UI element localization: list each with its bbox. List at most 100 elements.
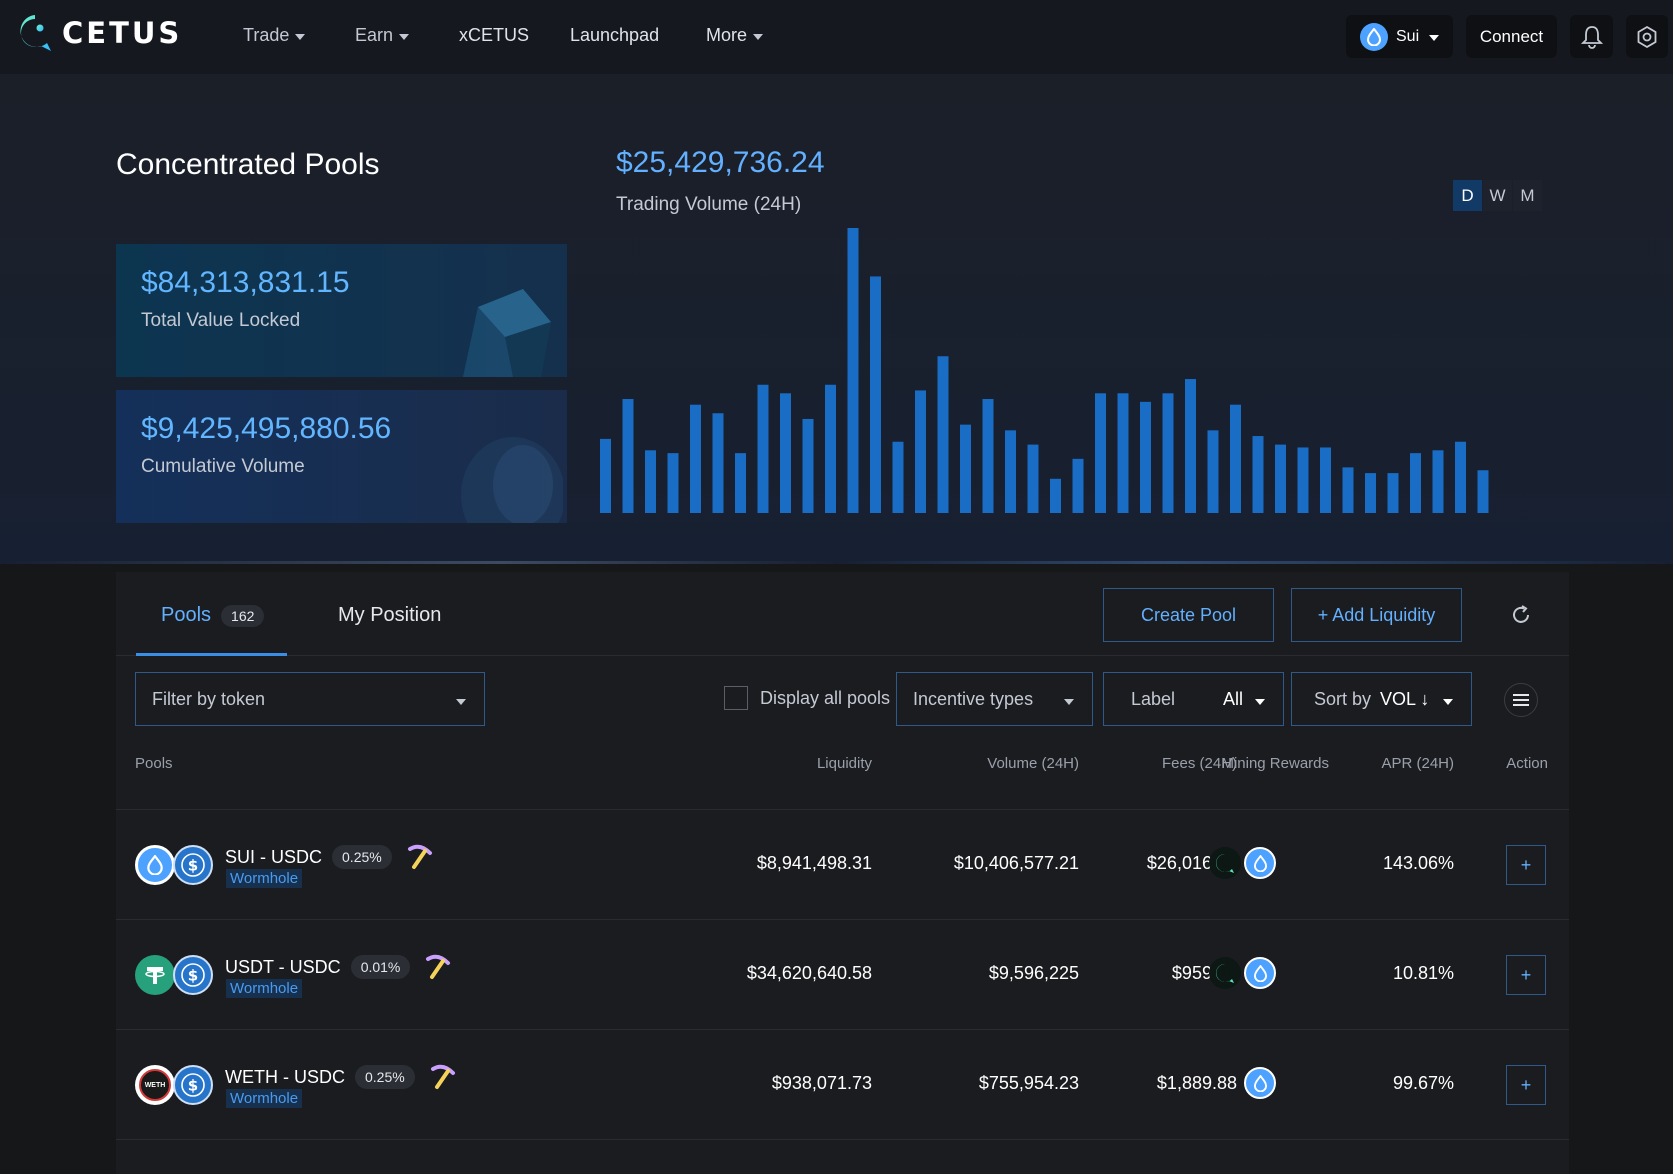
add-liquidity-button[interactable]: + Add Liquidity xyxy=(1291,588,1462,642)
pool-pair[interactable]: WETH - USDC 0.25% xyxy=(225,1063,457,1091)
volume-bar[interactable] xyxy=(960,424,971,513)
table-row[interactable]: WETH $ WETH - USDC 0.25% Wormhole $938,0… xyxy=(116,1029,1569,1139)
volume-bar[interactable] xyxy=(1050,478,1061,513)
cetus-logo[interactable]: CETUS xyxy=(17,13,182,53)
volume-bar[interactable] xyxy=(1140,401,1151,513)
volume-bar[interactable] xyxy=(1320,447,1331,513)
display-all-pools-toggle[interactable]: Display all pools xyxy=(724,686,890,710)
volume-bar[interactable] xyxy=(1455,441,1466,513)
bell-icon xyxy=(1580,25,1603,49)
table-row[interactable]: $ SUI - USDC 0.25% Wormhole $8,941,498.3… xyxy=(116,809,1569,919)
volume-bar[interactable] xyxy=(1162,393,1174,513)
header-apr[interactable]: APR (24H) xyxy=(1381,755,1454,772)
volume-bar[interactable] xyxy=(825,384,836,513)
pool-pair[interactable]: USDT - USDC 0.01% xyxy=(225,953,452,981)
sort-select[interactable]: Sort by VOL ↓ xyxy=(1291,672,1472,726)
tab-pools[interactable]: Pools 162 xyxy=(161,604,265,627)
volume-bar[interactable] xyxy=(690,404,701,513)
volume-bar[interactable] xyxy=(1072,458,1084,513)
volume-bar[interactable] xyxy=(1117,393,1129,513)
header-pools[interactable]: Pools xyxy=(135,755,173,772)
volume-bar[interactable] xyxy=(1207,430,1219,513)
header-liquidity[interactable]: Liquidity xyxy=(817,755,872,772)
volume-bar[interactable] xyxy=(1432,450,1444,513)
header-volume[interactable]: Volume (24H) xyxy=(987,755,1079,772)
label-select[interactable]: Label All xyxy=(1103,672,1284,726)
pool-pair[interactable]: SUI - USDC 0.25% xyxy=(225,843,434,871)
table-header: Pools Liquidity Volume (24H) Fees (24H) … xyxy=(116,755,1569,795)
display-all-checkbox[interactable] xyxy=(724,686,748,710)
active-tab-indicator xyxy=(136,653,287,656)
add-liquidity-row-button[interactable]: + xyxy=(1506,955,1546,995)
volume-bar[interactable] xyxy=(712,413,724,513)
volume-bar[interactable] xyxy=(982,399,994,513)
pools-tabs: Pools 162 My Position Create Pool + Add … xyxy=(116,572,1569,656)
table-row[interactable]: $ USDT - USDC 0.01% Wormhole $34,620,640… xyxy=(116,919,1569,1029)
sort-select-value: VOL ↓ xyxy=(1380,688,1430,709)
nav-xcetus[interactable]: xCETUS xyxy=(459,25,529,46)
volume-bar[interactable] xyxy=(937,356,949,513)
nav-launchpad[interactable]: Launchpad xyxy=(570,25,659,46)
volume-bar[interactable] xyxy=(802,418,814,513)
add-liquidity-row-button[interactable]: + xyxy=(1506,1065,1546,1105)
filter-bar: Filter by token Display all pools Incent… xyxy=(116,672,1569,728)
network-selector[interactable]: Sui xyxy=(1346,15,1453,58)
volume-bar[interactable] xyxy=(1095,393,1106,513)
volume-bar[interactable] xyxy=(645,450,656,513)
nav-more-label: More xyxy=(706,25,748,45)
range-month-button[interactable]: M xyxy=(1513,180,1542,211)
create-pool-button[interactable]: Create Pool xyxy=(1103,588,1274,642)
incentive-types-select[interactable]: Incentive types xyxy=(896,672,1093,726)
nav-trade-label: Trade xyxy=(243,25,290,45)
volume-bar[interactable] xyxy=(1365,473,1376,513)
volume-bar[interactable] xyxy=(847,228,859,513)
volume-bar[interactable] xyxy=(667,453,679,513)
refresh-button[interactable] xyxy=(1504,598,1538,632)
volume-cell: $755,954.23 xyxy=(978,1073,1079,1093)
volume-bar[interactable] xyxy=(600,438,611,513)
volume-bar[interactable] xyxy=(1230,404,1241,513)
volume-bar[interactable] xyxy=(1252,436,1264,513)
range-week-button[interactable]: W xyxy=(1483,180,1512,211)
volume-bar[interactable] xyxy=(892,441,904,513)
volume-cell: $9,596,225 xyxy=(988,963,1079,983)
wormhole-tag: Wormhole xyxy=(226,869,303,888)
volume-bar[interactable] xyxy=(1387,473,1399,513)
volume-bar[interactable] xyxy=(870,276,881,513)
trading-volume-label: Trading Volume (24H) xyxy=(616,194,802,215)
notifications-button[interactable] xyxy=(1570,15,1613,58)
token-filter-select[interactable]: Filter by token xyxy=(135,672,485,726)
volume-bar[interactable] xyxy=(757,384,769,513)
nav-more[interactable]: More xyxy=(706,25,764,46)
weth-icon-label: WETH xyxy=(139,1069,171,1101)
add-liquidity-row-button[interactable]: + xyxy=(1506,845,1546,885)
tvl-value: $84,313,831.15 xyxy=(141,266,350,299)
connect-button[interactable]: Connect xyxy=(1466,15,1557,58)
range-day-button[interactable]: D xyxy=(1453,180,1482,211)
volume-bar[interactable] xyxy=(1185,379,1196,513)
volume-bar[interactable] xyxy=(1342,467,1354,513)
fee-tier-badge: 0.25% xyxy=(332,845,392,869)
wormhole-tag: Wormhole xyxy=(226,979,303,998)
usdt-icon xyxy=(135,955,175,995)
volume-bar[interactable] xyxy=(1275,444,1286,513)
list-view-button[interactable] xyxy=(1504,683,1538,717)
tab-my-position[interactable]: My Position xyxy=(338,604,441,627)
volume-bar[interactable] xyxy=(1410,453,1421,513)
volume-bar[interactable] xyxy=(735,453,746,513)
volume-bar[interactable] xyxy=(1477,470,1489,513)
volume-bar[interactable] xyxy=(1027,444,1039,513)
volume-bar[interactable] xyxy=(1297,447,1309,513)
volume-bar[interactable] xyxy=(1005,430,1016,513)
volume-bar[interactable] xyxy=(915,390,926,513)
nav-earn[interactable]: Earn xyxy=(355,25,410,46)
row-divider xyxy=(116,1139,1569,1140)
hero-section: Concentrated Pools $25,429,736.24 Tradin… xyxy=(0,74,1673,564)
volume-bar[interactable] xyxy=(622,399,634,513)
hero-divider xyxy=(0,561,1673,564)
settings-button[interactable] xyxy=(1626,15,1668,58)
mining-pickaxe-icon xyxy=(426,954,451,979)
volume-bar[interactable] xyxy=(780,393,791,513)
nav-trade[interactable]: Trade xyxy=(243,25,306,46)
liquidity-cell: $8,941,498.31 xyxy=(756,853,872,873)
